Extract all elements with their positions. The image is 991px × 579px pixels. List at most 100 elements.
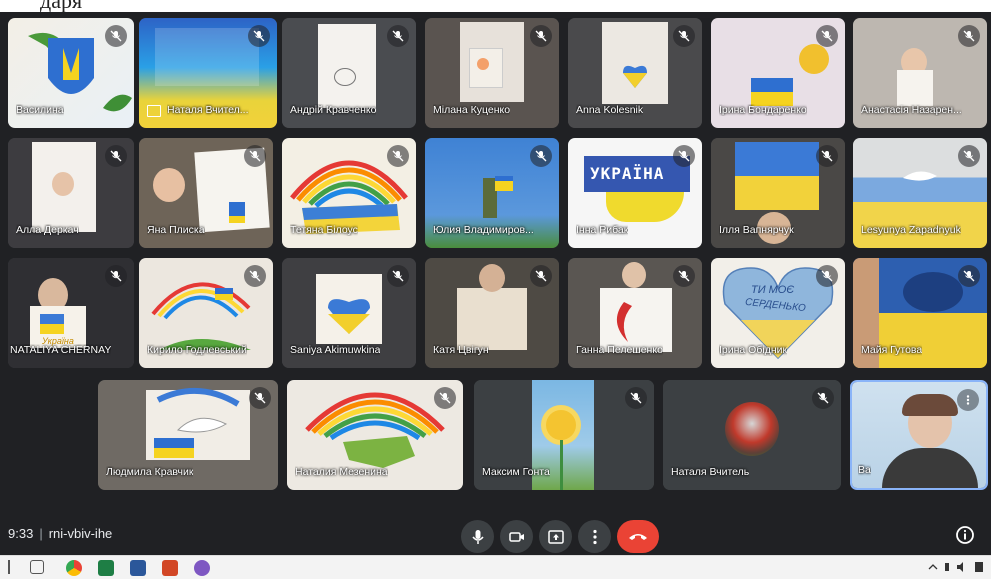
participant-tile[interactable]: Saniya Akimuwkina: [282, 258, 416, 368]
avatar: [725, 402, 779, 456]
participant-tile[interactable]: Lesyunya Zapadnyuk: [853, 138, 987, 248]
presentation-icon: [147, 105, 161, 117]
participant-tile[interactable]: Майя Гутова: [853, 258, 987, 368]
task-view-icon[interactable]: [30, 560, 44, 574]
mic-off-icon: [105, 265, 127, 287]
participant-tile[interactable]: Юлия Владимиров...: [425, 138, 559, 248]
participant-tile[interactable]: Яна Плиска: [139, 138, 273, 248]
excel-icon[interactable]: [98, 560, 114, 576]
more-options-button[interactable]: [578, 520, 611, 553]
camera-icon: [508, 531, 524, 542]
participant-name: Людмила Кравчик: [106, 466, 194, 478]
participant-name: NATALIYA CHERNAY: [10, 344, 112, 356]
participant-name: Анастасія Назарен...: [861, 104, 962, 116]
present-screen-icon: [547, 529, 564, 544]
mic-off-icon: [249, 387, 271, 409]
mic-off-icon: [387, 145, 409, 167]
participant-name: Інна Рибак: [576, 224, 629, 236]
participant-tile[interactable]: Anna Kolesnik: [568, 18, 702, 128]
participant-tile[interactable]: Ілля Вапнярчук: [711, 138, 845, 248]
participant-tile[interactable]: Алла Деркач: [8, 138, 134, 248]
mic-off-icon: [530, 265, 552, 287]
participant-tile[interactable]: Василина: [8, 18, 134, 128]
participant-tile[interactable]: Наталя Вчитель: [663, 380, 841, 490]
participant-tile[interactable]: Катя Цвігун: [425, 258, 559, 368]
drawing-text-heart-line1: ТИ МОЄ: [751, 284, 795, 296]
mic-off-icon: [244, 145, 266, 167]
taskbar-divider: [8, 560, 10, 574]
participant-name: Anna Kolesnik: [576, 104, 644, 116]
mic-off-icon: [958, 25, 980, 47]
participant-tile-presentation[interactable]: Наталя Вчител...: [139, 18, 277, 128]
mic-off-icon: [958, 145, 980, 167]
mic-off-icon: [812, 387, 834, 409]
participant-tile[interactable]: Мілана Куценко: [425, 18, 559, 128]
participant-tile[interactable]: Кирило Годлевський: [139, 258, 273, 368]
tray-icons: [928, 562, 983, 572]
os-taskbar: [0, 555, 991, 579]
participant-name: Наталия Мезенина: [295, 466, 388, 478]
participant-tile[interactable]: УКРАЇНА Інна Рибак: [568, 138, 702, 248]
info-icon: [956, 526, 974, 544]
mic-off-icon: [816, 25, 838, 47]
participant-name: Катя Цвігун: [433, 344, 489, 356]
participant-name: Андрій Кравченко: [290, 104, 377, 116]
mic-off-icon: [387, 25, 409, 47]
camera-button[interactable]: [500, 520, 533, 553]
more-vert-icon: [592, 529, 597, 544]
mic-off-icon: [248, 25, 270, 47]
participant-tile[interactable]: Тетяна Білоус: [282, 138, 416, 248]
participant-name: Василина: [16, 104, 64, 116]
chrome-icon[interactable]: [66, 560, 82, 576]
participant-tile[interactable]: Максим Гонта: [474, 380, 654, 490]
participant-name: Ірина Бондаренко: [719, 104, 807, 116]
participant-tile[interactable]: Україна NATALIYA CHERNAY: [8, 258, 134, 368]
participant-name: Наталя Вчител...: [167, 104, 249, 116]
powerpoint-icon[interactable]: [162, 560, 178, 576]
participant-tile[interactable]: Андрій Кравченко: [282, 18, 416, 128]
participant-name: Тетяна Білоус: [290, 224, 358, 236]
meeting-details-button[interactable]: [955, 525, 975, 545]
participant-name: Мілана Куценко: [433, 104, 511, 116]
meeting-time: 9:33: [8, 526, 34, 541]
participant-tile[interactable]: Наталия Мезенина: [287, 380, 463, 490]
mic-off-icon: [673, 265, 695, 287]
participant-tile[interactable]: Ірина Бондаренко: [711, 18, 845, 128]
app-icon[interactable]: [194, 560, 210, 576]
participant-tile[interactable]: ТИ МОЄ СЕРДЕНЬКО Ірина Обідник: [711, 258, 845, 368]
participant-name: Алла Деркач: [16, 224, 79, 236]
leave-call-button[interactable]: [617, 520, 659, 553]
participant-tile-self[interactable]: Ва: [850, 380, 988, 490]
participant-tile[interactable]: Людмила Кравчик: [98, 380, 278, 490]
meet-window: Василина Наталя Вчител... Андрій Кравчен…: [0, 12, 991, 555]
mic-off-icon: [673, 25, 695, 47]
header-fragment-text: даря: [40, 0, 82, 12]
mic-off-icon: [816, 265, 838, 287]
participant-name: Майя Гутова: [861, 344, 923, 356]
participant-name: Ілля Вапнярчук: [719, 224, 794, 236]
mic-off-icon: [387, 265, 409, 287]
participant-name: Яна Плиска: [147, 224, 205, 236]
mic-off-icon: [530, 25, 552, 47]
mic-off-icon: [105, 25, 127, 47]
word-icon[interactable]: [130, 560, 146, 576]
system-tray[interactable]: [927, 560, 987, 577]
document-header-strip: даря: [0, 0, 991, 12]
microphone-button[interactable]: [461, 520, 494, 553]
hang-up-icon: [629, 533, 647, 540]
microphone-icon: [471, 529, 484, 544]
present-screen-button[interactable]: [539, 520, 572, 553]
participant-tile[interactable]: Анастасія Назарен...: [853, 18, 987, 128]
participant-name: Кирило Годлевський: [147, 344, 247, 356]
meeting-info: 9:33 | rni-vbiv-ihe: [8, 526, 113, 541]
mic-off-icon: [673, 145, 695, 167]
participant-name: Ірина Обідник: [719, 344, 788, 356]
more-options-icon[interactable]: [957, 389, 979, 411]
participant-name: Lesyunya Zapadnyuk: [861, 224, 961, 236]
mic-off-icon: [434, 387, 456, 409]
participant-name: Saniya Akimuwkina: [290, 344, 381, 356]
participant-name: Ва: [858, 464, 871, 476]
participant-tile[interactable]: Ганна Пелешенко: [568, 258, 702, 368]
participant-name: Юлия Владимиров...: [433, 224, 534, 236]
mic-off-icon: [958, 265, 980, 287]
